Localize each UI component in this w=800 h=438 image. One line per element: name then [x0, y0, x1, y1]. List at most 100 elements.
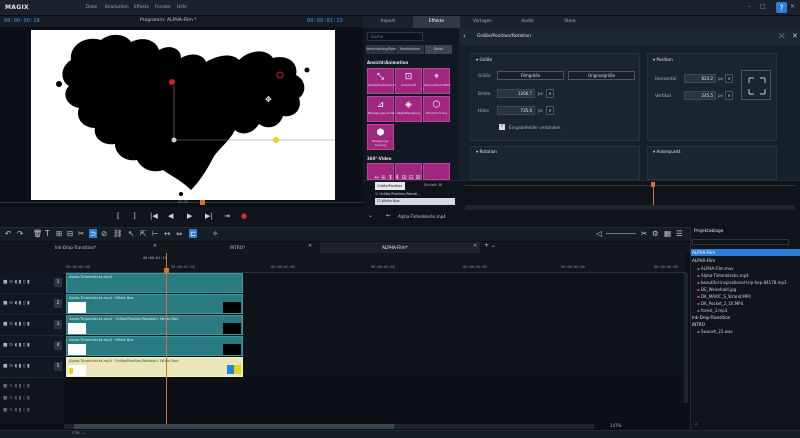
- more-icon[interactable]: ☰: [676, 229, 683, 238]
- effect-tile-bewegungsunschaerfe[interactable]: ⊿ Bewegungsunschärfe: [367, 96, 398, 122]
- grid-icon[interactable]: ▦: [664, 229, 671, 238]
- subtab-kombination[interactable]: Kombination: [396, 45, 424, 54]
- cursor-icon[interactable]: ↖: [128, 229, 134, 238]
- track-controls[interactable]: ■ ⊙ ◖ ▮ ▯ ▮: [3, 322, 30, 327]
- mini-nav-icons[interactable]: ↔ ⊕ ⬆ ⬇ ⊞ ⊟ ⊠: [374, 174, 421, 181]
- mini-row-effect[interactable]: ☑ Größe/Position/Rotati...: [375, 191, 455, 198]
- minimize-button[interactable]: –: [748, 3, 751, 10]
- tab-alpha-film[interactable]: ALPHA-Film*: [320, 242, 480, 253]
- timeline-playhead-handle[interactable]: [164, 268, 169, 273]
- height-input[interactable]: 735.0: [497, 106, 535, 115]
- clip-track-2[interactable]: Alpha-Tintenklecks.mp4 · White Box: [66, 294, 243, 314]
- mark-in-button[interactable]: [: [117, 212, 120, 220]
- timecode-right[interactable]: 00:00:01:23: [307, 18, 343, 24]
- tray-item[interactable]: ▪ forest_3.mp3: [697, 308, 727, 313]
- size-group-title[interactable]: ▾ Größe: [476, 57, 492, 62]
- track-number[interactable]: 3: [54, 320, 62, 329]
- mark-out-button[interactable]: ]: [133, 212, 136, 220]
- menu-bearbeiten[interactable]: Bearbeiten: [105, 5, 129, 10]
- track-number[interactable]: 5: [54, 362, 62, 371]
- help-button[interactable]: ?: [776, 2, 787, 13]
- effect-tile-kamera[interactable]: ⌖ Kamera/Zoomfahrt: [423, 68, 451, 94]
- width-input[interactable]: 1206.7: [497, 89, 535, 98]
- horizontal-reset-button[interactable]: ✕: [725, 74, 733, 83]
- tab-vorlagen[interactable]: Vorlagen: [460, 16, 505, 28]
- timecode-left[interactable]: 00:00:00:28: [4, 18, 40, 24]
- tray-folder[interactable]: INTRO: [692, 322, 705, 327]
- tab-store[interactable]: Store: [550, 16, 590, 28]
- mini-unit-label[interactable]: Einheit: Bl: [424, 183, 442, 187]
- maximize-button[interactable]: □: [760, 3, 766, 10]
- track-controls[interactable]: ■ ⊙ ◖ ▮ ▯ ▮: [3, 364, 30, 369]
- add-tab-icon[interactable]: + ⌄: [484, 242, 496, 249]
- effect-tile-tracking[interactable]: ⬢ Bewegungs-tracking: [367, 124, 394, 150]
- subtab-detail[interactable]: Detail: [425, 45, 452, 54]
- zoom-tool-icon[interactable]: ⇔: [176, 229, 182, 238]
- tray-item[interactable]: ▪ beautiful-inspirational-trip-hop-84178…: [697, 280, 787, 285]
- effect-tile-objektbewegung[interactable]: ◈ Objektbewegung: [395, 96, 422, 122]
- preview-canvas[interactable]: ✥: [31, 30, 335, 200]
- tray-item[interactable]: ▪ DK_Pocket_2_16.MP4: [697, 301, 743, 306]
- undo-icon[interactable]: ↶: [5, 229, 11, 238]
- timeline-playhead[interactable]: [166, 253, 167, 425]
- tab-effekte[interactable]: Effekte: [413, 16, 460, 28]
- chain-icon[interactable]: ⛓: [113, 229, 123, 238]
- effects-search-input[interactable]: Suche: [367, 32, 423, 41]
- cut-icon[interactable]: ✂: [78, 229, 84, 238]
- track-number[interactable]: 1: [54, 278, 62, 287]
- section-ansicht-animation[interactable]: Ansicht/Animation: [367, 60, 408, 65]
- play-button[interactable]: ▶: [187, 212, 192, 220]
- tray-collapse-icon[interactable]: ⌃: [694, 423, 698, 429]
- timeline-vscroll[interactable]: [684, 273, 688, 403]
- filmsize-button[interactable]: Filmgröße: [497, 71, 564, 80]
- tray-item[interactable]: ▪ Swoosh_22.wav: [697, 329, 733, 334]
- track-controls[interactable]: ■ ⊙ ◖ ▮ ▯ ▮: [3, 384, 30, 389]
- step-back-button[interactable]: ◀: [168, 212, 173, 220]
- track-controls[interactable]: ■ ⊙ ◖ ▮ ▯ ▮: [3, 343, 30, 348]
- track-controls[interactable]: ■ ⊙ ◖ ▮ ▯ ▮: [3, 408, 30, 413]
- menu-datei[interactable]: Datei: [86, 5, 97, 10]
- clip-track-3[interactable]: Alpha-Tintenklecks.mp4 · Größe/Position/…: [66, 315, 243, 335]
- effect-tile-3d[interactable]: ⬡ 3D-Verformung: [423, 96, 450, 122]
- tray-folder[interactable]: ALPHA-Film: [692, 250, 715, 255]
- menu-hilfe[interactable]: Hilfe: [177, 5, 187, 10]
- effect-tile-ausschnitt[interactable]: ⊡ Ausschnitt: [395, 68, 422, 94]
- mini-back-icon[interactable]: ←: [386, 212, 391, 219]
- go-end-button[interactable]: ▶|: [205, 212, 213, 220]
- record-button[interactable]: ●: [241, 212, 247, 220]
- horizontal-input[interactable]: 623.2: [684, 74, 716, 83]
- position-group-title[interactable]: ▾ Position: [653, 57, 673, 62]
- height-reset-button[interactable]: ✕: [546, 106, 554, 115]
- tab-close-icon[interactable]: ✕: [153, 243, 157, 249]
- subtab-verschiebung[interactable]: Verschiebung/Rotation: [366, 45, 402, 54]
- back-icon[interactable]: ‹: [463, 32, 466, 40]
- panel-close-icon[interactable]: ✕: [792, 32, 798, 40]
- track-controls[interactable]: ■ ⊙ ◖ ▮ ▯ ▮: [3, 301, 30, 306]
- tab-import[interactable]: Import: [363, 16, 413, 28]
- tray-item[interactable]: ▪ DE_Weisshold.jpg: [697, 287, 736, 292]
- clip-track-1[interactable]: Alpha-Tintenklecks.mp4: [66, 273, 243, 293]
- timeline-hscroll[interactable]: [64, 424, 594, 429]
- menu-fenster[interactable]: Fenster: [155, 5, 171, 10]
- vertical-input[interactable]: 245.5: [684, 91, 716, 100]
- tab-ink-drop[interactable]: Ink-Drop-Transition*: [50, 242, 160, 253]
- volume-icon[interactable]: ◁: [596, 229, 602, 238]
- track-controls[interactable]: ■ ⊙ ◖ ▮ ▯ ▮: [3, 280, 30, 285]
- close-button[interactable]: ✕: [790, 3, 795, 10]
- multi-select-icon[interactable]: ⇱: [140, 229, 146, 238]
- collapse-icon[interactable]: ⤫: [779, 32, 785, 41]
- rotation-group-title[interactable]: ▾ Rotation: [476, 149, 497, 154]
- clip-track-4[interactable]: Alpha-Tintenklecks.mp4 · White Box: [66, 336, 243, 356]
- tray-item[interactable]: ▪ ALPHA-Film.mxv: [697, 266, 734, 271]
- menu-effekte[interactable]: Effekte: [134, 5, 149, 10]
- tab-audio[interactable]: Audio: [505, 16, 550, 28]
- volume-slider[interactable]: [606, 233, 636, 234]
- mini-scrollbar[interactable]: [465, 205, 795, 210]
- mini-expand-icon[interactable]: ⌄: [368, 212, 373, 219]
- effect-tile-360-c[interactable]: [423, 163, 450, 180]
- scissors-icon[interactable]: ✂: [641, 229, 647, 238]
- mini-row-whitebox[interactable]: ☐ White Box: [375, 198, 455, 205]
- jump-button[interactable]: ⇥: [224, 212, 230, 220]
- range-icon[interactable]: ⊢: [152, 229, 159, 238]
- position-align-grid[interactable]: [741, 70, 771, 100]
